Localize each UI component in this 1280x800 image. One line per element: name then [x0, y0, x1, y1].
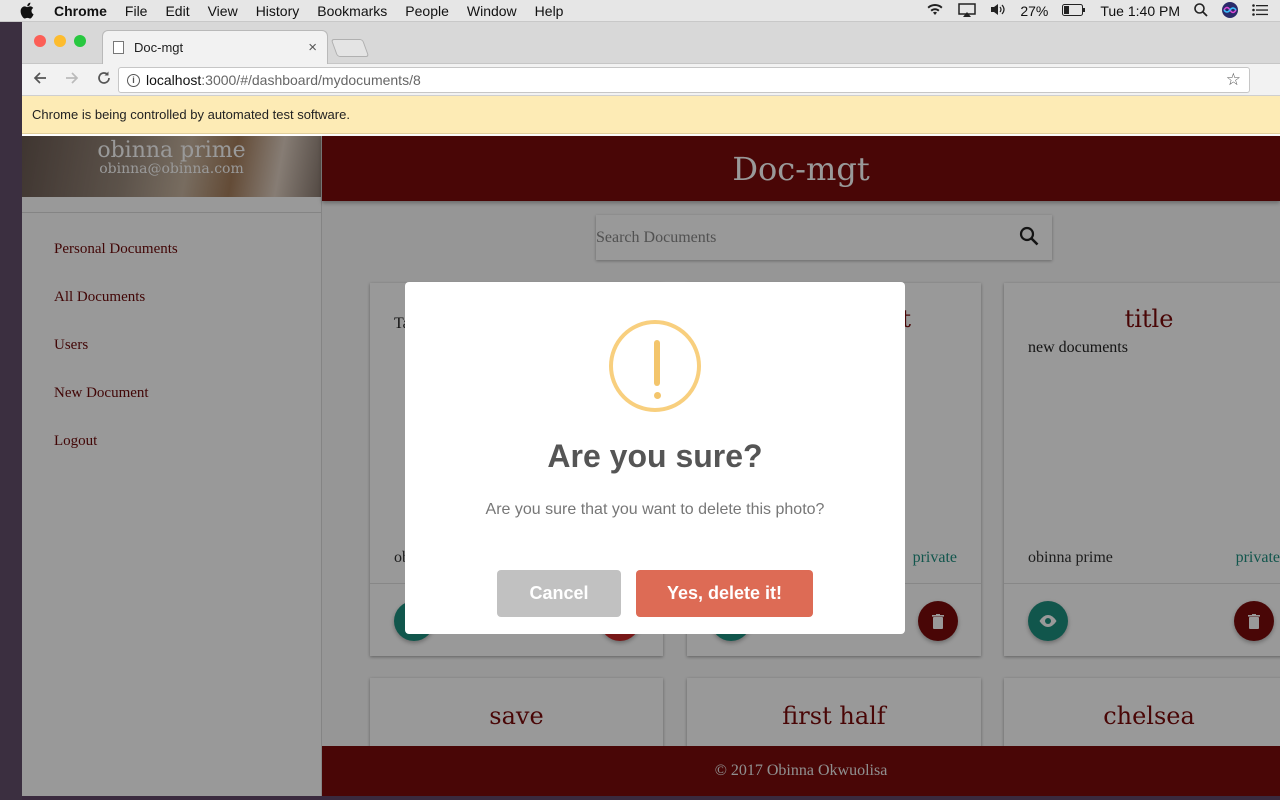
- wifi-icon[interactable]: [926, 3, 944, 19]
- battery-percent: 27%: [1020, 3, 1049, 19]
- menu-file[interactable]: File: [125, 3, 148, 19]
- spotlight-search-icon[interactable]: [1194, 2, 1208, 20]
- airplay-icon[interactable]: [958, 2, 977, 20]
- page-viewport: obinna prime obinna@obinna.com Personal …: [22, 22, 1280, 796]
- warning-icon: [609, 320, 701, 412]
- apple-icon[interactable]: [20, 2, 38, 20]
- menu-history[interactable]: History: [256, 3, 300, 19]
- dialog-message: Are you sure that you want to delete thi…: [485, 501, 825, 518]
- menu-help[interactable]: Help: [535, 3, 564, 19]
- menu-bookmarks[interactable]: Bookmarks: [317, 3, 387, 19]
- menu-edit[interactable]: Edit: [165, 3, 189, 19]
- volume-icon[interactable]: [990, 3, 1006, 19]
- battery-icon[interactable]: [1062, 3, 1086, 19]
- menu-people[interactable]: People: [405, 3, 449, 19]
- macos-menu-bar: Chrome File Edit View History Bookmarks …: [0, 0, 1280, 22]
- menu-app-name[interactable]: Chrome: [54, 3, 107, 19]
- clock[interactable]: Tue 1:40 PM: [1100, 3, 1180, 19]
- notification-center-icon[interactable]: [1252, 3, 1268, 19]
- desktop-background: [0, 22, 22, 800]
- menu-window[interactable]: Window: [467, 3, 517, 19]
- confirm-delete-dialog: Are you sure? Are you sure that you want…: [405, 282, 905, 634]
- confirm-delete-button[interactable]: Yes, delete it!: [636, 570, 813, 617]
- siri-icon[interactable]: [1222, 1, 1238, 21]
- menu-view[interactable]: View: [208, 3, 238, 19]
- dialog-buttons: Cancel Yes, delete it!: [405, 570, 905, 617]
- dialog-title: Are you sure?: [547, 438, 763, 474]
- cancel-button[interactable]: Cancel: [497, 570, 621, 617]
